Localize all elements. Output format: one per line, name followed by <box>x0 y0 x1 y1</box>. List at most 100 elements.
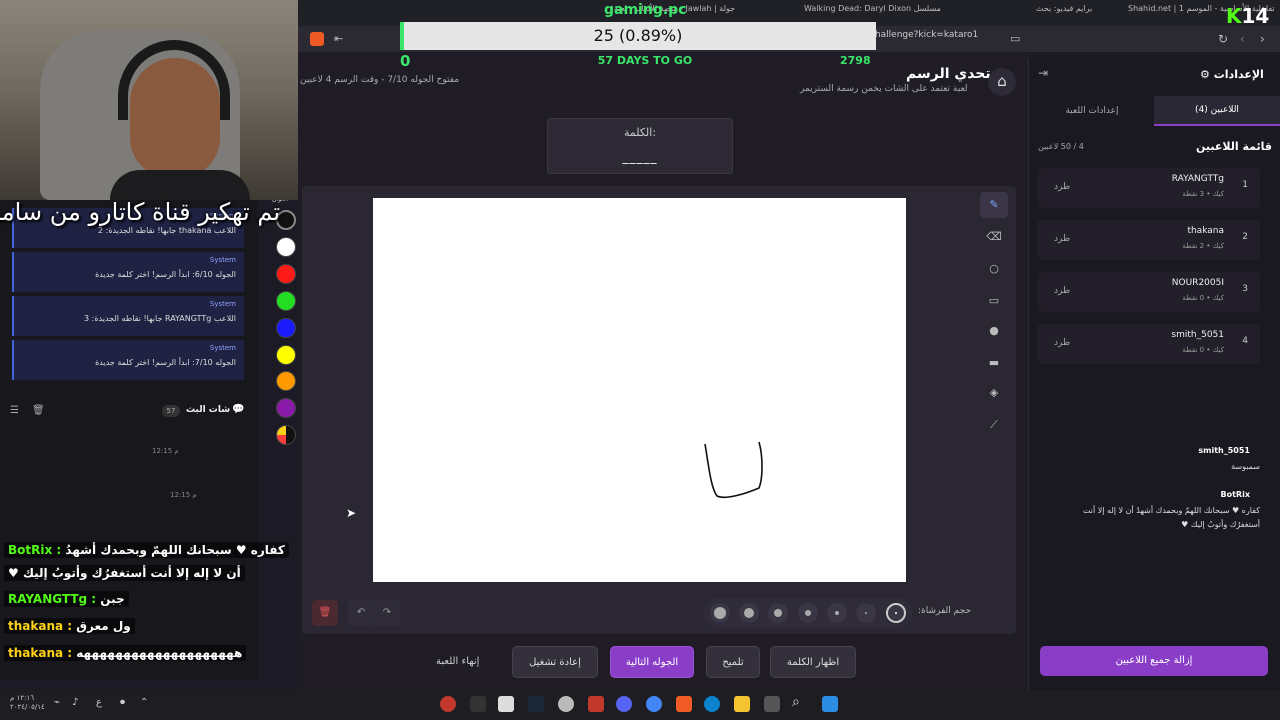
app-icon-obs[interactable] <box>440 696 456 712</box>
language-icon[interactable]: ع <box>96 697 102 708</box>
app-icon-store[interactable] <box>498 696 514 712</box>
color-swatch-yellow[interactable] <box>276 345 296 365</box>
color-swatch-orange[interactable] <box>276 371 296 391</box>
tab-game-settings[interactable]: إعدادات اللعبة <box>1030 96 1154 126</box>
custom-color-picker[interactable] <box>276 425 296 445</box>
brave-icon[interactable] <box>310 32 324 46</box>
stream-chat-title: شات البث <box>186 405 231 415</box>
chat-username[interactable]: BotRix <box>1221 490 1250 499</box>
end-game-button[interactable]: إنهاء اللعبة <box>436 656 479 667</box>
color-swatch-blue[interactable] <box>276 318 296 338</box>
app-icon-terminal[interactable] <box>470 696 486 712</box>
app-icon-steam[interactable] <box>528 696 544 712</box>
chat-username[interactable]: smith_5051 <box>1198 446 1250 455</box>
player-name: NOUR2005I <box>1171 278 1224 288</box>
fill-bucket-icon[interactable]: ◈ <box>980 380 1008 406</box>
drawing-canvas[interactable] <box>373 198 906 582</box>
fill-rect-icon[interactable]: ▬ <box>980 350 1008 376</box>
forward-icon[interactable]: › <box>1260 32 1265 46</box>
settings-title-text: الإعدادات <box>1213 68 1264 81</box>
redo-button[interactable]: ↷ <box>374 600 400 626</box>
overlay-chat-user: thakana : <box>8 646 73 660</box>
brush-size-option[interactable] <box>798 603 818 623</box>
clock-date: ٢٠٢٤/٠٥/١٤ <box>10 703 45 711</box>
menu-icon[interactable]: ☰ <box>10 405 19 416</box>
overlay-chat-line: thakana : ههههههههههههههههههههه <box>4 645 247 666</box>
kick-logo: K14 <box>1226 4 1269 28</box>
app-icon-settings[interactable] <box>558 696 574 712</box>
app-icon-explorer[interactable] <box>734 696 750 712</box>
clear-canvas-button[interactable]: 🗑 <box>312 600 338 626</box>
player-name: smith_5051 <box>1171 330 1224 340</box>
kick-button[interactable]: طرد <box>1054 234 1070 244</box>
brush-size-option-selected[interactable] <box>886 603 906 623</box>
address-bar[interactable]: challenge?kick=kataro1 <box>870 30 1000 48</box>
back-icon[interactable]: ‹ <box>1240 32 1245 46</box>
home-button[interactable]: ⌂ <box>988 68 1016 96</box>
chat-icon: 💬 <box>232 404 245 415</box>
brush-size-option[interactable] <box>827 603 847 623</box>
system-sender: System <box>209 344 236 352</box>
overlay-chat-user: BotRix : <box>8 543 62 557</box>
player-score: كيك • 0 نقطة <box>1182 346 1224 354</box>
brush-size-option[interactable] <box>710 603 730 623</box>
line-icon[interactable]: ⟋ <box>980 412 1008 438</box>
eraser-icon[interactable]: ⌫ <box>980 224 1008 250</box>
remove-all-players-button[interactable]: إزالة جميع اللاعبين <box>1040 646 1268 676</box>
home-icon: ⌂ <box>997 72 1007 90</box>
share-icon[interactable]: ⇤ <box>334 32 343 45</box>
overlay-chat-text: ♥ أن لا إله إلا أنت أستغفرُك وأتوبُ إليك <box>8 566 241 580</box>
system-sender: System <box>209 256 236 264</box>
pen-icon[interactable]: ✎ <box>980 192 1008 218</box>
browser-tab[interactable]: مسلسل Walking Dead: Daryl Dixon <box>804 4 941 22</box>
word-label: الكلمة: <box>623 126 657 139</box>
circle-icon[interactable]: ○ <box>980 256 1008 282</box>
app-icon-chrome[interactable] <box>646 696 662 712</box>
chat-time: 12:15 م <box>170 491 197 499</box>
kick-button[interactable]: طرد <box>1054 338 1070 348</box>
volume-icon[interactable]: ♪ <box>72 697 78 708</box>
next-round-button[interactable]: الجوله التالية <box>610 646 694 678</box>
game-meta: مفتوح الجوله 7/10 - وقت الرسم 4 لاعبين <box>300 75 460 85</box>
tab-players[interactable]: اللاعبين (4) <box>1154 96 1280 126</box>
color-swatch-white[interactable] <box>276 237 296 257</box>
mic-icon[interactable]: ⏺ <box>120 697 125 708</box>
kick-button[interactable]: طرد <box>1054 182 1070 192</box>
app-icon-brave[interactable] <box>676 696 692 712</box>
page-subtitle: لعبة تعتمد على الشات يخمن رسمة الستريمر <box>800 84 968 94</box>
color-swatch-red[interactable] <box>276 264 296 284</box>
players-list-title: قائمة اللاعبين <box>1196 140 1272 153</box>
brush-size-option[interactable] <box>856 603 876 623</box>
app-icon-edge[interactable] <box>704 696 720 712</box>
color-swatch-purple[interactable] <box>276 398 296 418</box>
chat-time: 12:15 م <box>152 447 179 455</box>
brush-size-option[interactable] <box>768 603 788 623</box>
wifi-icon[interactable]: ⌁ <box>54 697 60 708</box>
system-message: System اللاعب RAYANGTTg جابها! نقاطه الج… <box>12 296 244 336</box>
app-icon-discord[interactable] <box>616 696 632 712</box>
hint-button[interactable]: تلميح <box>706 646 760 678</box>
fill-circle-icon[interactable]: ● <box>980 318 1008 344</box>
player-row: 2 thakana كيك • 2 نقطة طرد <box>1038 220 1260 260</box>
taskbar <box>0 690 1280 720</box>
browser-tab[interactable]: برايم فيديو: بحث <box>1036 4 1092 22</box>
search-icon[interactable]: ⌕ <box>792 694 800 710</box>
overlay-chat-line: BotRix : كفاره ♥ سبحانك اللهمّ وبحمدك أش… <box>4 542 289 563</box>
undo-button[interactable]: ↶ <box>348 600 374 626</box>
brush-size-option[interactable] <box>739 603 759 623</box>
trash-icon[interactable]: 🗑 <box>32 405 45 416</box>
bookmark-icon[interactable]: ▭ <box>1010 32 1020 45</box>
rectangle-icon[interactable]: ▭ <box>980 288 1008 314</box>
restart-button[interactable]: إعادة تشغيل <box>512 646 598 678</box>
reload-icon[interactable]: ↻ <box>1218 32 1228 46</box>
collapse-panel-icon[interactable]: ⇥ <box>1038 66 1048 80</box>
app-icon-media[interactable] <box>588 696 604 712</box>
player-name: thakana <box>1187 226 1224 236</box>
gear-icon: ⚙ <box>1200 68 1210 81</box>
app-icon-taskview[interactable] <box>764 696 780 712</box>
show-word-button[interactable]: اظهار الكلمة <box>770 646 856 678</box>
windows-start-icon[interactable] <box>822 696 838 712</box>
tray-chevron-icon[interactable]: ⌃ <box>140 697 148 708</box>
color-swatch-green[interactable] <box>276 291 296 311</box>
kick-button[interactable]: طرد <box>1054 286 1070 296</box>
